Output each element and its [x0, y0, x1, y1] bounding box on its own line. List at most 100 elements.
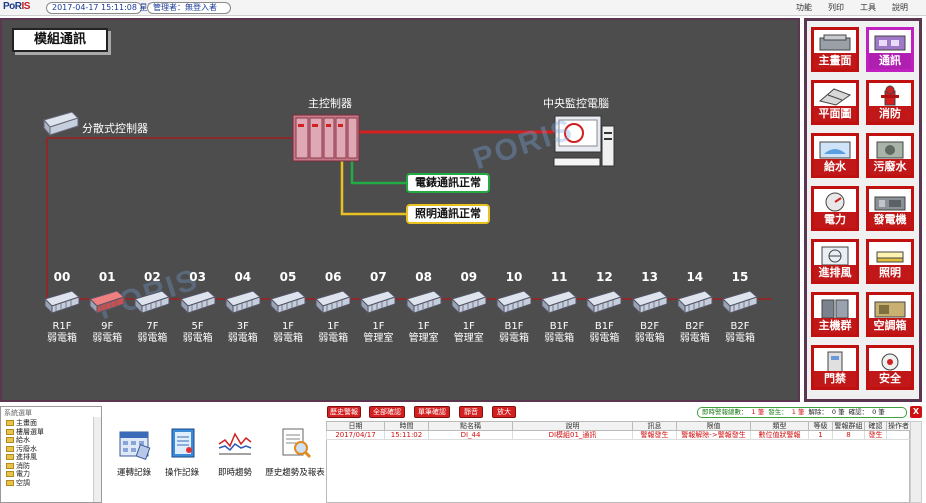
module-node[interactable]: 01 9F 弱電箱	[87, 270, 127, 345]
node-floor: B1F	[549, 321, 569, 332]
alarm-column-header[interactable]: 類型	[750, 421, 809, 431]
close-alarm-button[interactable]: X	[910, 406, 922, 418]
menu-button-access-control[interactable]: 門禁	[811, 345, 859, 390]
dio-module-icon	[358, 289, 398, 315]
tree-item[interactable]: 樓層選單	[1, 428, 101, 437]
menu-button-generator[interactable]: 發電機	[866, 186, 914, 231]
module-node[interactable]: 07 1F 管理室	[358, 270, 398, 345]
module-node[interactable]: 02 7F 弱電箱	[132, 270, 172, 345]
alarm-column-header[interactable]: 點名稱	[428, 421, 513, 431]
alarm-column-header[interactable]: 訊息	[632, 421, 677, 431]
node-number: 03	[189, 270, 206, 284]
node-number: 13	[641, 270, 658, 284]
menu-button-label: 消防	[869, 106, 911, 122]
ack-single-button[interactable]: 單筆確認	[414, 406, 450, 418]
top-menu: 功能 列印 工具 說明	[796, 2, 908, 14]
menu-function[interactable]: 功能	[796, 2, 812, 14]
alarm-column-header[interactable]: 說明	[512, 421, 633, 431]
menu-button-main-screen[interactable]: 主畫面	[811, 27, 859, 72]
alarm-column-header[interactable]: 時間	[384, 421, 429, 431]
folder-icon	[6, 462, 14, 469]
node-number: 10	[505, 270, 523, 284]
history-trend-report-label: 歷史趨勢及報表	[265, 468, 325, 478]
server-group-icon	[816, 297, 854, 319]
alarm-column-header[interactable]: 等級	[808, 421, 833, 431]
tree-scrollbar[interactable]	[93, 417, 101, 502]
module-node[interactable]: 15 B2F 弱電箱	[720, 270, 760, 345]
module-node[interactable]: 05 1F 弱電箱	[268, 270, 308, 345]
clear-count-label: 解除：	[808, 408, 828, 416]
node-room: 弱電箱	[227, 333, 258, 344]
menu-tools[interactable]: 工具	[860, 2, 876, 14]
alarm-column-header[interactable]: 確認	[864, 421, 887, 431]
alarm-cell: 15:11:02	[384, 430, 429, 440]
menu-button-water-supply[interactable]: 給水	[811, 133, 859, 178]
node-room: 弱電箱	[182, 333, 213, 344]
tree-item[interactable]: 消防	[1, 462, 101, 471]
tree-item[interactable]: 污廢水	[1, 445, 101, 454]
menu-button-lighting[interactable]: 照明	[866, 239, 914, 284]
menu-button-communication[interactable]: 通訊	[866, 27, 914, 72]
history-alarm-button[interactable]: 歷史警報	[327, 406, 361, 418]
menu-button-label: 空調箱	[869, 318, 911, 334]
tree-items: 主畫面 樓層選單 給水 污廢水 進排風 消防 電力 空調	[1, 419, 101, 487]
menu-button-ventilation[interactable]: 進排風	[811, 239, 859, 284]
module-node[interactable]: 03 5F 弱電箱	[178, 270, 218, 345]
tree-item[interactable]: 電力	[1, 470, 101, 479]
menu-button-floorplan[interactable]: 平面圖	[811, 80, 859, 125]
menu-button-security[interactable]: 安全	[866, 345, 914, 390]
alarm-column-header[interactable]: 操作者	[886, 421, 911, 431]
module-node[interactable]: 09 1F 管理室	[449, 270, 489, 345]
menu-button-power-meter[interactable]: 電力	[811, 186, 859, 231]
alarm-column-header[interactable]: 限值	[676, 421, 751, 431]
dio-module-icon	[132, 289, 172, 315]
meter-status-box: 電錶通訊正常	[406, 173, 490, 193]
alarm-table-scrollbar[interactable]	[910, 421, 922, 503]
dio-module-icon	[584, 289, 624, 315]
folder-icon	[6, 479, 14, 486]
enlarge-button[interactable]: 放大	[492, 406, 516, 418]
folder-icon	[6, 437, 14, 444]
alarm-table: 日期 時間 點名稱 說明 訊息 限值 類型 等級 警報群組 確認 操作者 2017/04/17 15:…	[326, 421, 911, 440]
menu-print[interactable]: 列印	[828, 2, 844, 14]
dio-module-icon	[675, 289, 715, 315]
menu-button-air-handler[interactable]: 空調箱	[866, 292, 914, 337]
clear-count: 0 筆	[831, 408, 845, 416]
lighting-icon	[871, 244, 909, 266]
ack-all-button[interactable]: 全部確認	[369, 406, 405, 418]
module-node[interactable]: 12 B1F 弱電箱	[584, 270, 624, 345]
menu-button-wastewater[interactable]: 污廢水	[866, 133, 914, 178]
mute-button[interactable]: 靜音	[459, 406, 483, 418]
module-node[interactable]: 14 B2F 弱電箱	[675, 270, 715, 345]
module-node[interactable]: 13 B2F 弱電箱	[630, 270, 670, 345]
module-node[interactable]: 04 3F 弱電箱	[223, 270, 263, 345]
module-node[interactable]: 11 B1F 弱電箱	[539, 270, 579, 345]
node-number: 00	[53, 270, 71, 284]
menu-button-fire-hydrant[interactable]: 消防	[866, 80, 914, 125]
report-magnifier-icon	[282, 428, 312, 459]
alarm-cell: DI模組01_通訊	[512, 430, 633, 440]
node-number: 07	[370, 270, 387, 284]
dio-module-icon	[630, 289, 670, 315]
tree-item[interactable]: 空調	[1, 479, 101, 488]
alarm-row[interactable]: 2017/04/17 15:11:02 DI_44 DI模組01_通訊 警報發生 警報解除…	[326, 430, 911, 440]
module-node[interactable]: 10 B1F 弱電箱	[494, 270, 534, 345]
history-trend-report-tool[interactable]: 歷史趨勢及報表	[260, 426, 330, 478]
alarm-column-header[interactable]: 警報群組	[832, 421, 865, 431]
tree-item[interactable]: 主畫面	[1, 419, 101, 428]
ventilation-icon	[816, 244, 854, 266]
menu-button-server-group[interactable]: 主機群	[811, 292, 859, 337]
menu-button-label: 通訊	[869, 53, 911, 69]
menu-help[interactable]: 說明	[892, 2, 908, 14]
realtime-trend-tool[interactable]: 即時趨勢	[205, 426, 265, 478]
node-number: 08	[415, 270, 432, 284]
module-node[interactable]: 00 R1F 弱電箱	[42, 270, 82, 345]
alarm-column-header[interactable]: 日期	[326, 421, 385, 431]
operation-log-tool[interactable]: 操作記錄	[152, 426, 212, 478]
user-display[interactable]: 管理者：無登入者	[147, 2, 231, 14]
menu-button-label: 照明	[869, 265, 911, 281]
module-node[interactable]: 08 1F 管理室	[404, 270, 444, 345]
module-node[interactable]: 06 1F 弱電箱	[313, 270, 353, 345]
tree-item[interactable]: 給水	[1, 436, 101, 445]
tree-item[interactable]: 進排風	[1, 453, 101, 462]
